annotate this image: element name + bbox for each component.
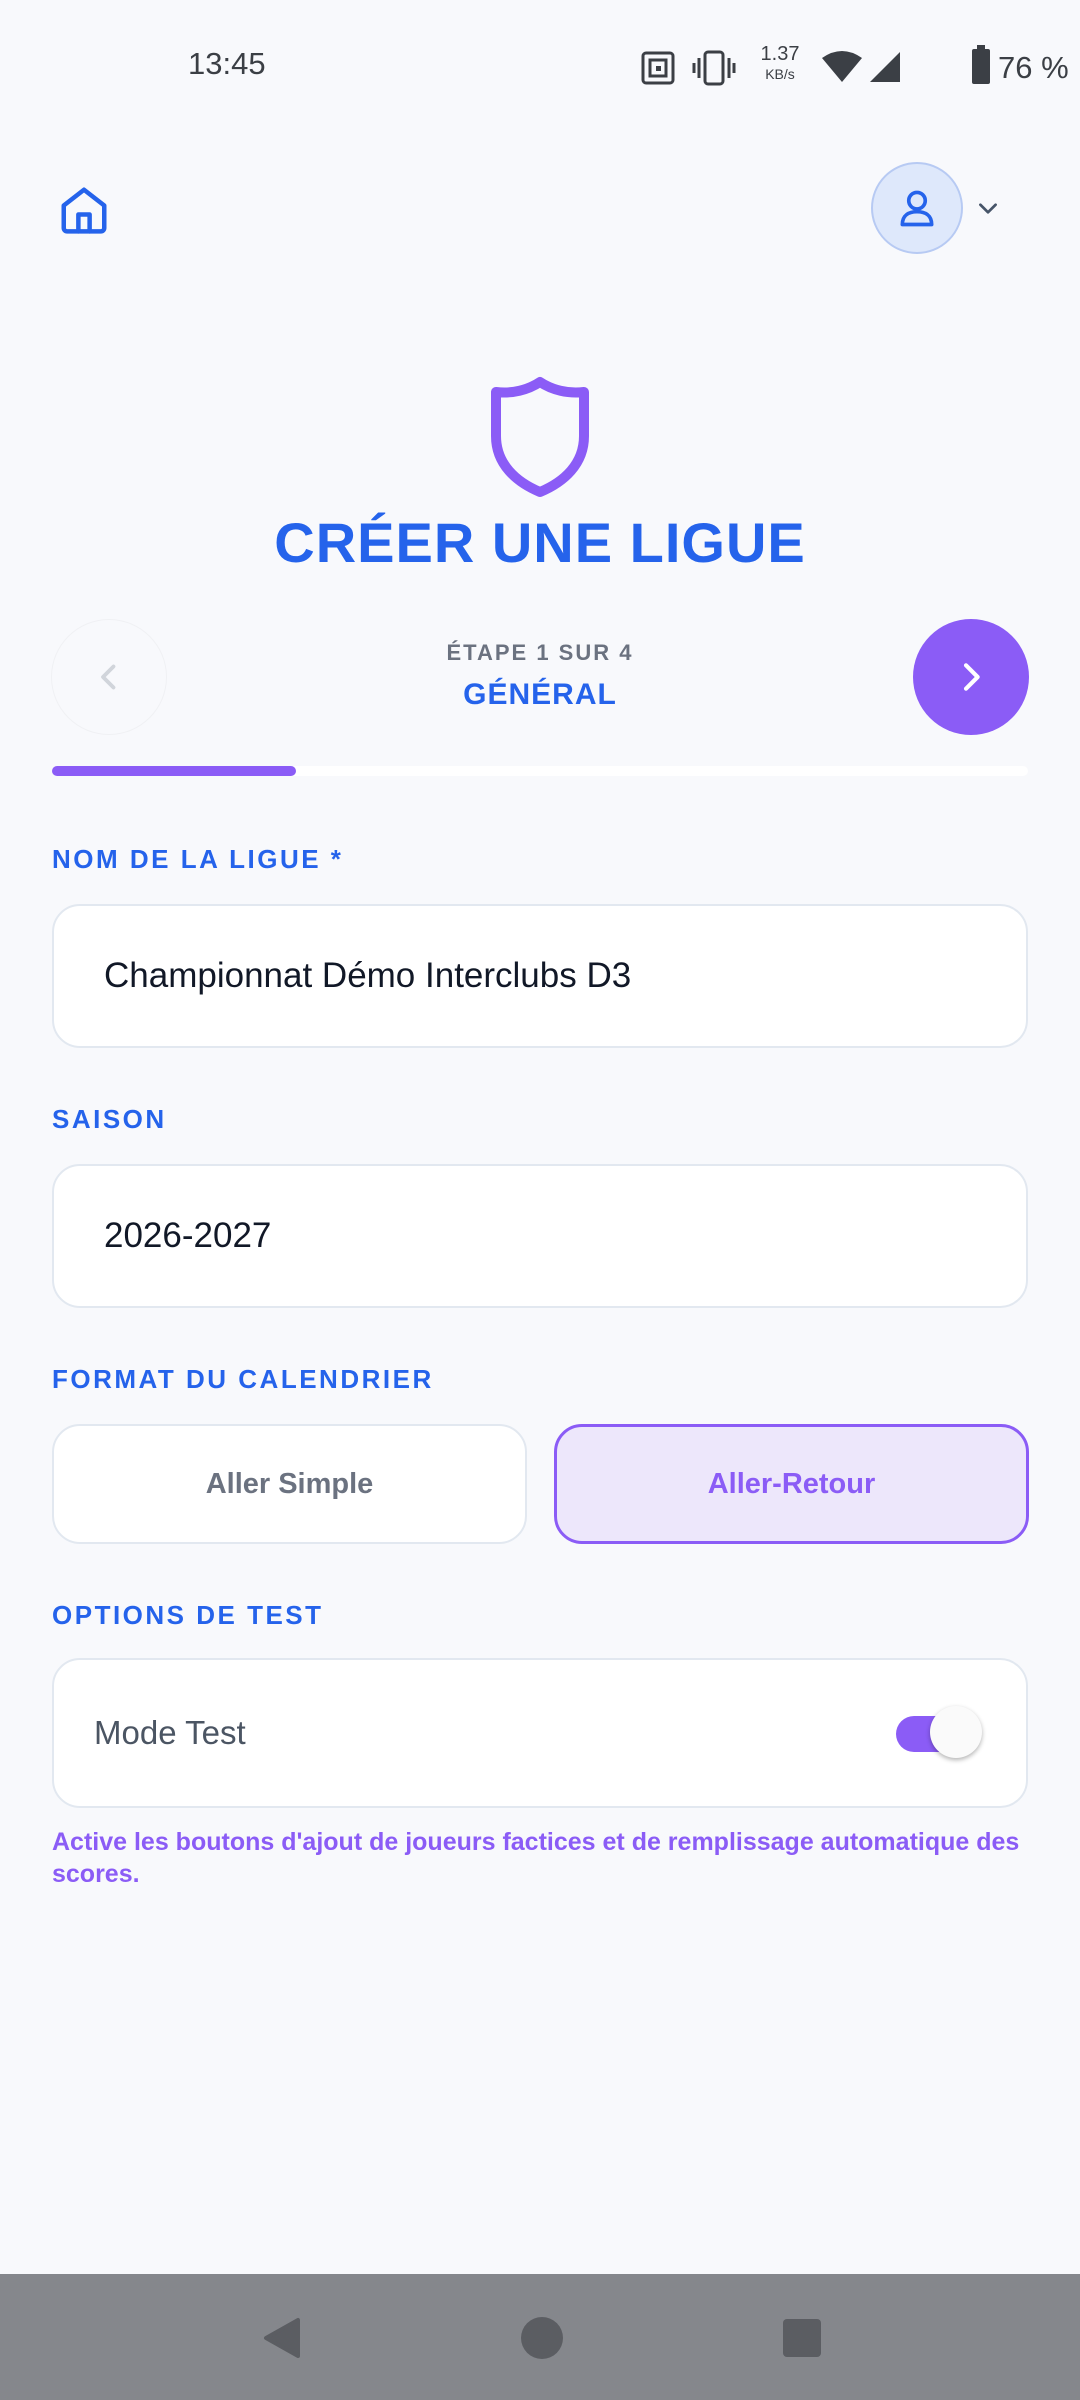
calendar-format-label: FORMAT DU CALENDRIER: [52, 1364, 434, 1394]
toggle-knob: [930, 1706, 982, 1758]
format-return-button[interactable]: Aller-Retour: [554, 1424, 1029, 1544]
nav-home-button[interactable]: [510, 2306, 574, 2370]
user-icon: [900, 190, 934, 227]
league-name-label: NOM DE LA LIGUE *: [52, 844, 344, 874]
step-progress-fill: [52, 766, 296, 776]
status-icons: 1.37 KB/s 76 %: [640, 40, 1080, 92]
league-name-value: Championnat Démo Interclubs D3: [104, 956, 632, 995]
shield-icon: [491, 377, 589, 497]
step-progress-bar: [52, 766, 1028, 776]
chevron-down-icon: [979, 203, 997, 214]
home-icon: [61, 187, 107, 234]
home-circle-icon: [521, 2317, 563, 2359]
account-menu-toggle[interactable]: [972, 192, 1004, 224]
format-single-button[interactable]: Aller Simple: [52, 1424, 527, 1544]
battery-percent: 76 %: [998, 50, 1069, 85]
nfc-icon: [641, 51, 675, 85]
season-input[interactable]: 2026-2027: [52, 1164, 1028, 1308]
page-title: CRÉER UNE LIGUE: [274, 511, 806, 574]
wifi-icon: [822, 51, 862, 82]
next-step-button[interactable]: [913, 619, 1029, 735]
season-label: SAISON: [52, 1104, 167, 1134]
avatar-button[interactable]: [871, 162, 963, 254]
network-speed: 1.37 KB/s: [760, 43, 800, 82]
previous-step-button[interactable]: [52, 620, 166, 734]
home-button[interactable]: [52, 178, 116, 242]
back-triangle-icon: [264, 2318, 300, 2358]
recents-square-icon: [783, 2319, 821, 2357]
test-mode-toggle[interactable]: [896, 1706, 982, 1758]
test-mode-card: Mode Test: [52, 1658, 1028, 1808]
chevron-right-icon: [963, 663, 980, 691]
league-name-input[interactable]: Championnat Démo Interclubs D3: [52, 904, 1028, 1048]
system-nav-bar: [0, 2274, 1080, 2400]
battery-icon: [972, 45, 990, 84]
test-mode-help: Active les boutons d'ajout de joueurs fa…: [52, 1828, 1020, 1888]
season-value: 2026-2027: [104, 1216, 272, 1255]
vibrate-icon: [692, 50, 736, 86]
cell-signal-icon: [870, 52, 900, 82]
status-time: 13:45: [188, 46, 266, 81]
nav-back-button[interactable]: [250, 2306, 314, 2370]
test-mode-label: Mode Test: [94, 1714, 246, 1751]
test-options-label: OPTIONS DE TEST: [52, 1600, 324, 1630]
nav-recents-button[interactable]: [770, 2306, 834, 2370]
status-bar: 13:45 1.37 KB/s 76 %: [0, 0, 1080, 130]
